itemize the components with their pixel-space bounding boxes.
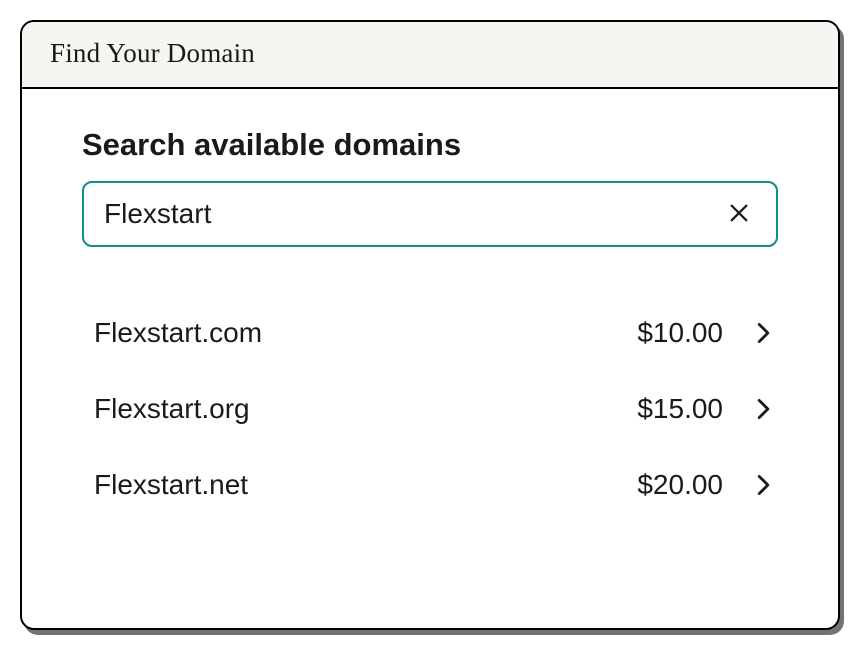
search-box — [82, 181, 778, 247]
window-title: Find Your Domain — [50, 38, 810, 69]
result-price: $15.00 — [637, 393, 723, 425]
results-list: Flexstart.com $10.00 Flexstart.org $15.0… — [82, 295, 778, 523]
chevron-right-icon — [757, 474, 770, 496]
result-domain-name: Flexstart.net — [94, 469, 637, 501]
domain-search-window: Find Your Domain Search available domain… — [20, 20, 840, 630]
result-price: $10.00 — [637, 317, 723, 349]
result-price: $20.00 — [637, 469, 723, 501]
result-domain-name: Flexstart.com — [94, 317, 637, 349]
search-heading: Search available domains — [82, 127, 778, 163]
result-row[interactable]: Flexstart.net $20.00 — [82, 447, 778, 523]
chevron-right-icon — [757, 398, 770, 420]
titlebar: Find Your Domain — [22, 22, 838, 89]
result-row[interactable]: Flexstart.org $15.00 — [82, 371, 778, 447]
search-input[interactable] — [104, 198, 722, 230]
result-domain-name: Flexstart.org — [94, 393, 637, 425]
content-area: Search available domains Flexstart.com $… — [22, 89, 838, 628]
chevron-right-icon — [757, 322, 770, 344]
clear-search-button[interactable] — [722, 196, 756, 233]
result-row[interactable]: Flexstart.com $10.00 — [82, 295, 778, 371]
x-icon — [728, 202, 750, 227]
